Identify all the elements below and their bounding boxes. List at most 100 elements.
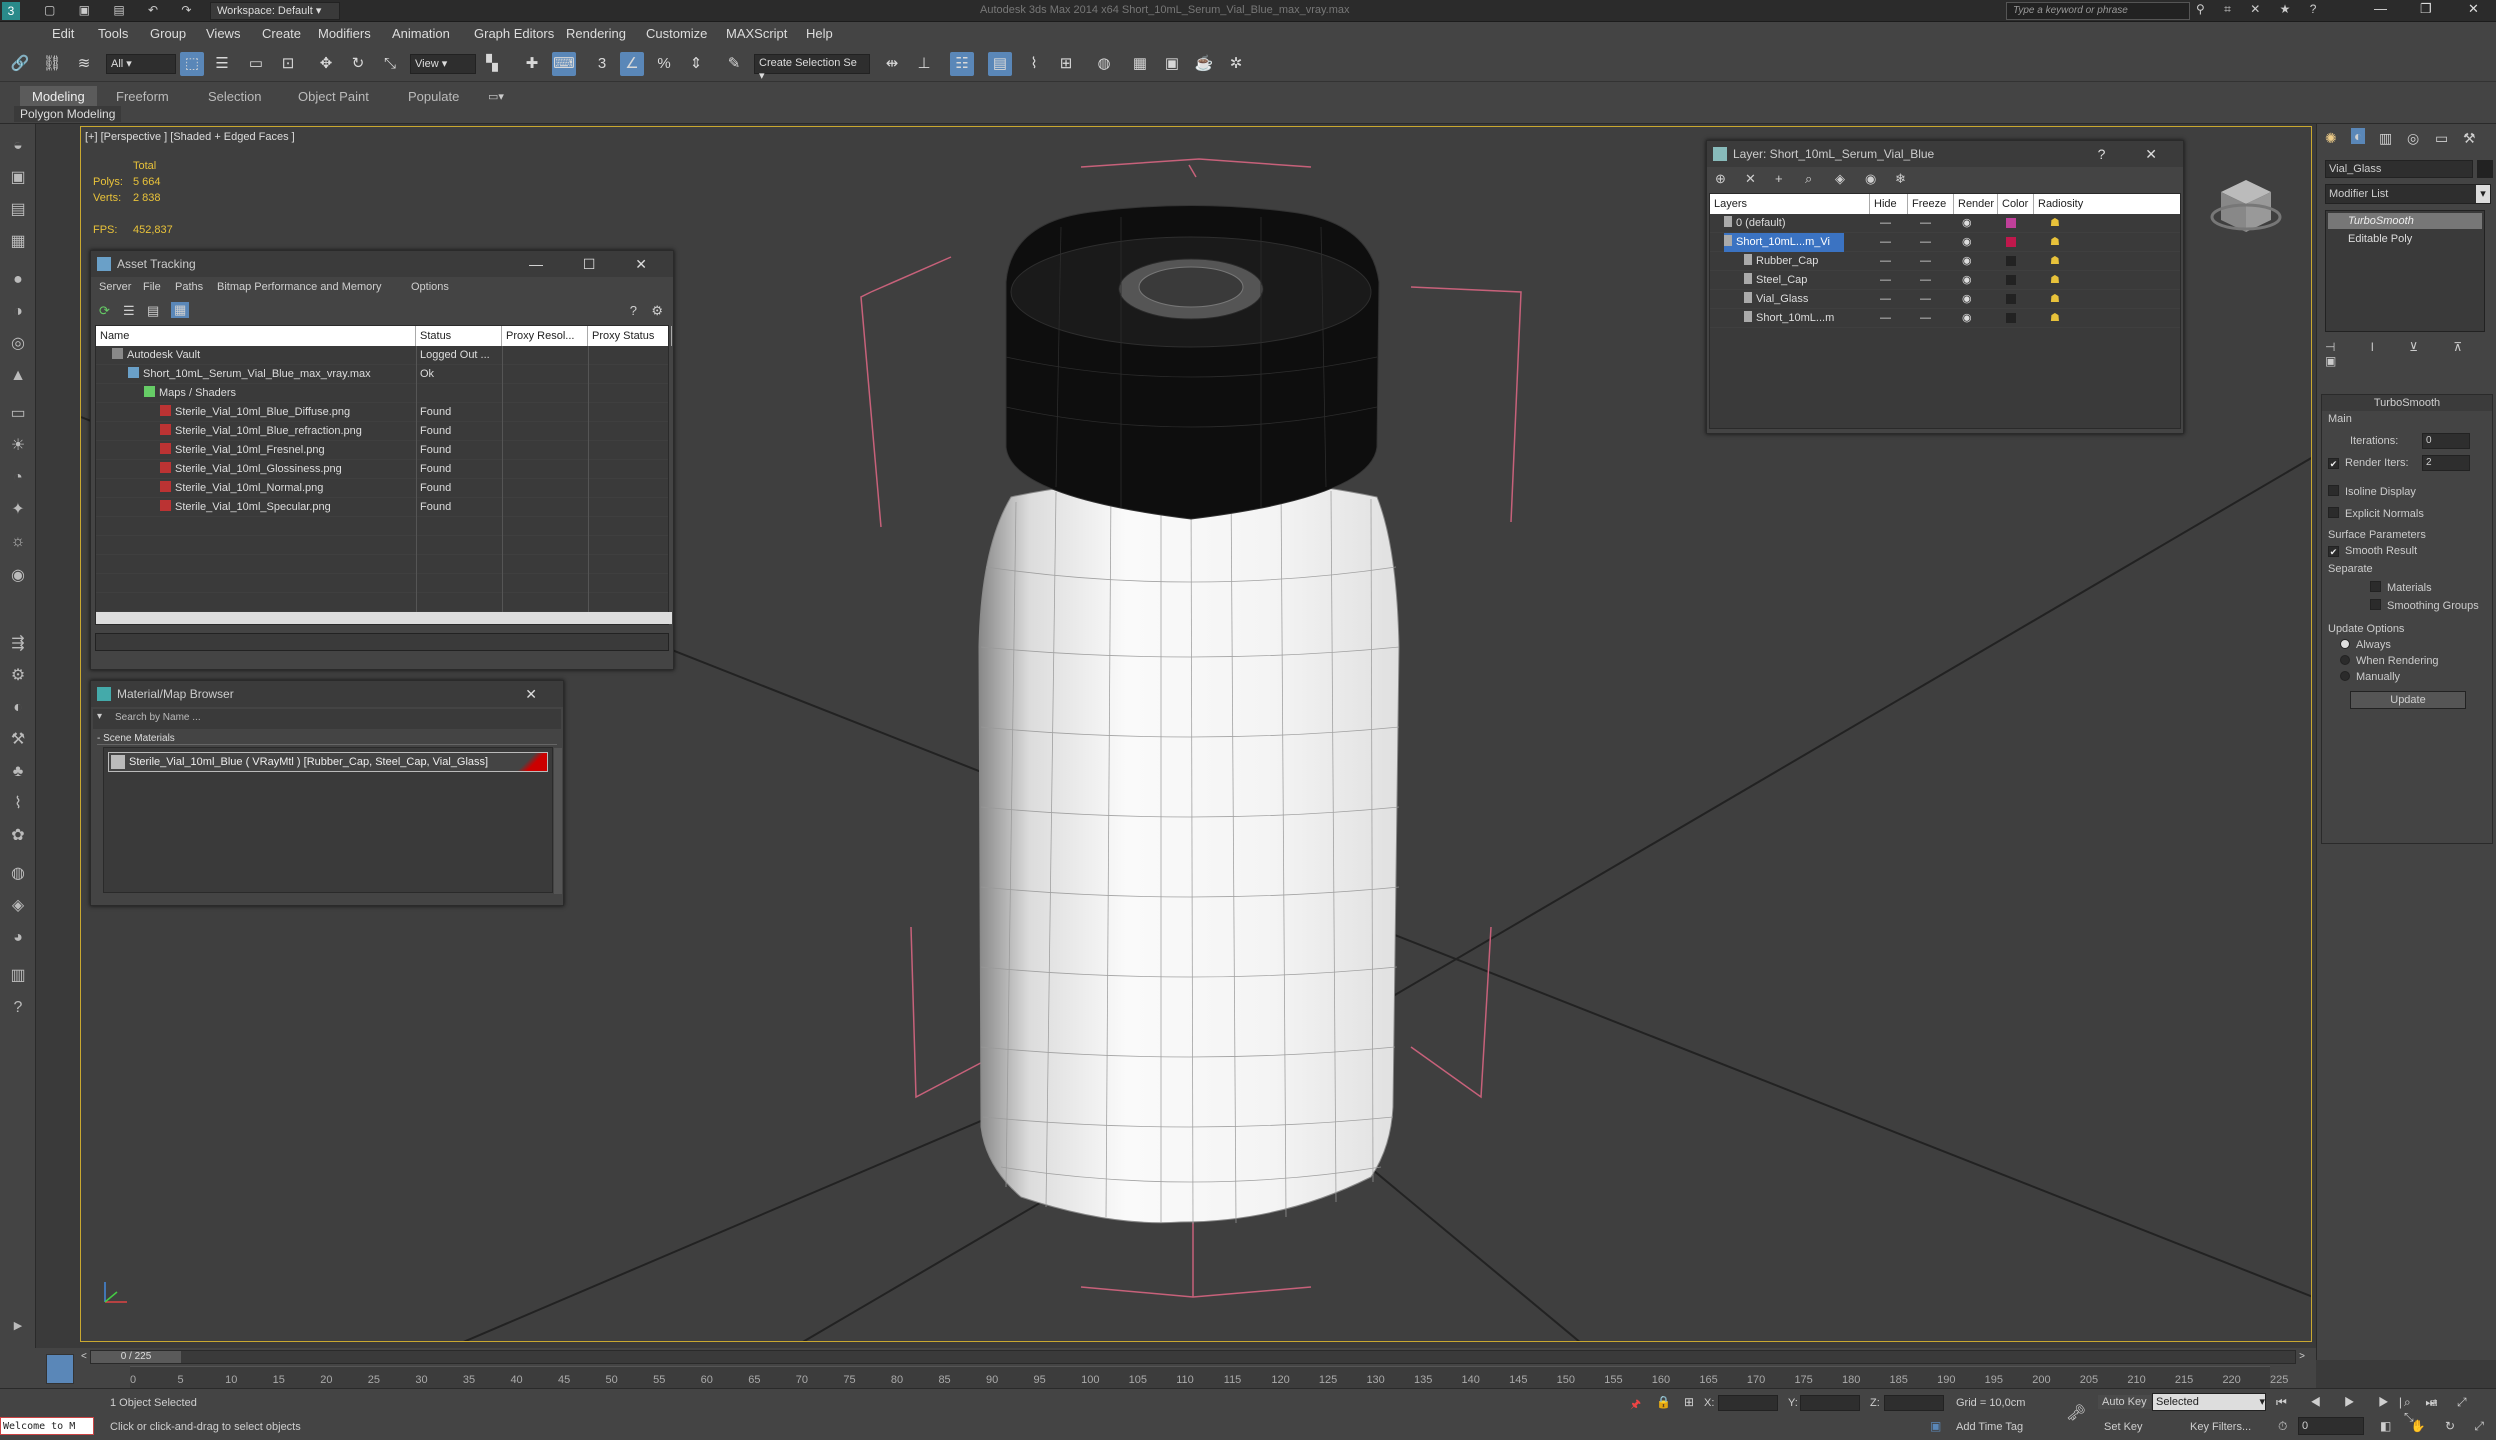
search-input[interactable]: Type a keyword or phrase <box>2006 2 2190 20</box>
menu-maxscript[interactable]: MAXScript <box>726 26 787 41</box>
key-filters-button[interactable]: Key Filters... <box>2190 1421 2251 1433</box>
render-icon[interactable]: ◉ <box>1962 290 1972 309</box>
add-time-tag-icon[interactable]: ▣ <box>1930 1419 1941 1433</box>
material-item[interactable]: Sterile_Vial_10ml_Blue ( VRayMtl ) [Rubb… <box>108 752 548 772</box>
ribbon-options-icon[interactable]: ▭▾ <box>488 90 504 103</box>
shape-icon[interactable]: ▭ <box>6 402 30 426</box>
menu-tools[interactable]: Tools <box>98 26 128 41</box>
col-name[interactable]: Name <box>96 326 416 346</box>
freeze-toggle[interactable]: — <box>1920 233 1931 252</box>
angle-snap-icon[interactable]: ∠ <box>620 52 644 76</box>
when-rendering-radio[interactable] <box>2340 655 2350 665</box>
table-row[interactable]: Short_10mL_Serum_Vial_Blue_max_vray.max O… <box>96 365 668 384</box>
menu-file[interactable]: File <box>143 281 161 293</box>
sphere-icon[interactable]: ● <box>6 268 30 292</box>
qat-icons[interactable]: ▢ ▣ ▤ ↶ ↷ ▥ <box>44 3 236 17</box>
new-layer-icon[interactable]: ⊕ <box>1715 171 1726 187</box>
ribbon-toggle-icon[interactable]: ▤ <box>988 52 1012 76</box>
utilities-tab-icon[interactable]: ⚒ <box>2463 130 2476 147</box>
asset-tracking-titlebar[interactable]: Asset Tracking — ☐ ✕ <box>91 251 673 277</box>
menu-bitmap-performance[interactable]: Bitmap Performance and Memory <box>217 281 381 293</box>
settings-icon[interactable]: ⚙ <box>651 303 663 319</box>
menu-paths[interactable]: Paths <box>175 281 203 293</box>
x-coord-field[interactable] <box>1718 1395 1778 1411</box>
ribbon-sub-polygon-modeling[interactable]: Polygon Modeling <box>14 106 122 122</box>
col-radiosity[interactable]: Radiosity <box>2034 194 2186 214</box>
radiosity-icon[interactable]: ☗ <box>2050 214 2060 233</box>
asset-path-field[interactable] <box>95 633 669 651</box>
radiosity-icon[interactable]: ☗ <box>2050 309 2060 328</box>
layer-color-swatch[interactable] <box>2006 218 2016 228</box>
motion-tab-icon[interactable]: ◎ <box>2407 130 2419 147</box>
col-hide[interactable]: Hide <box>1870 194 1908 214</box>
smooth-result-row[interactable]: ✔ Smooth Result <box>2328 545 2417 557</box>
box-icon[interactable]: ▣ <box>6 166 30 190</box>
layer-row[interactable]: Short_10mL...m — — ◉ ☗ <box>1710 309 2180 328</box>
delete-layer-icon[interactable]: ✕ <box>1745 171 1756 187</box>
light-icon[interactable]: ☀ <box>6 434 30 458</box>
spinner-snap-icon[interactable]: ⇕ <box>684 52 708 76</box>
col-status[interactable]: Status <box>416 326 502 346</box>
key-mode-dropdown[interactable]: Selected ▾ <box>2152 1393 2266 1411</box>
table-row[interactable]: Sterile_Vial_10ml_Blue_Diffuse.png Found <box>96 403 668 422</box>
freeze-toggle[interactable]: — <box>1920 290 1931 309</box>
menu-group[interactable]: Group <box>150 26 186 41</box>
scene-icon[interactable]: ◕ <box>6 926 30 950</box>
hierarchy-icon[interactable]: ⇶ <box>6 632 30 656</box>
isolate-icon[interactable]: 🖈 <box>1630 1395 1641 1416</box>
named-selection-dropdown[interactable]: Create Selection Se ▾ <box>754 54 870 82</box>
freeze-toggle[interactable]: — <box>1920 214 1931 233</box>
table-row[interactable]: Sterile_Vial_10ml_Glossiness.png Found <box>96 460 668 479</box>
when-rendering-row[interactable]: When Rendering <box>2340 655 2439 667</box>
table-row[interactable]: Sterile_Vial_10ml_Specular.png Found <box>96 498 668 517</box>
menu-customize[interactable]: Customize <box>646 26 707 41</box>
hide-all-icon[interactable]: ◉ <box>1865 171 1876 187</box>
render-iters-checkbox[interactable]: ✔ <box>2328 458 2339 469</box>
radiosity-icon[interactable]: ☗ <box>2050 271 2060 290</box>
isoline-row[interactable]: Isoline Display <box>2328 485 2416 498</box>
tab-selection[interactable]: Selection <box>196 86 273 107</box>
layer-row[interactable]: Rubber_Cap — — ◉ ☗ <box>1710 252 2180 271</box>
rollout-title[interactable]: TurboSmooth <box>2322 395 2492 411</box>
render-icon[interactable]: ◉ <box>1962 214 1972 233</box>
render-icon[interactable]: ◉ <box>1962 309 1972 328</box>
cylinder-icon[interactable]: ▤ <box>6 198 30 222</box>
radiosity-icon[interactable]: ☗ <box>2050 233 2060 252</box>
render-setup-icon[interactable]: ▦ <box>1128 52 1152 76</box>
object-color-swatch[interactable] <box>2477 160 2493 178</box>
add-time-tag[interactable]: Add Time Tag <box>1956 1421 2023 1433</box>
select-by-name-icon[interactable]: ☰ <box>210 52 234 76</box>
object-name-field[interactable]: Vial_Glass <box>2325 160 2473 178</box>
link-icon[interactable]: 🔗 <box>8 52 32 76</box>
radiosity-icon[interactable]: ☗ <box>2050 252 2060 271</box>
refresh-icon[interactable]: ⟳ <box>99 303 110 319</box>
smooth-result-checkbox[interactable]: ✔ <box>2328 546 2339 557</box>
lock-icon[interactable]: 🔒 <box>1656 1395 1671 1409</box>
materials-row[interactable]: Materials <box>2370 581 2432 594</box>
freeze-all-icon[interactable]: ❄ <box>1895 171 1906 187</box>
table-row[interactable]: Maps / Shaders <box>96 384 668 403</box>
tab-freeform[interactable]: Freeform <box>104 86 181 107</box>
select-manipulate-icon[interactable]: ✚ <box>520 52 544 76</box>
material-browser-titlebar[interactable]: Material/Map Browser ✕ <box>91 681 563 707</box>
select-object-icon[interactable]: ⬚ <box>180 52 204 76</box>
modify-tab-icon[interactable]: ◐ <box>2351 128 2366 144</box>
col-color[interactable]: Color <box>1998 194 2034 214</box>
highlight-layer-icon[interactable]: ◈ <box>1835 171 1845 187</box>
align-icon[interactable]: ⊥ <box>912 52 936 76</box>
list-view-icon[interactable]: ☰ <box>123 303 135 319</box>
key-icon[interactable]: 🗝 <box>2066 1403 2086 1423</box>
render-online-icon[interactable]: ✲ <box>1224 52 1248 76</box>
percent-snap-icon[interactable]: % <box>652 52 676 76</box>
hide-toggle[interactable]: — <box>1880 290 1891 309</box>
rotate-icon[interactable]: ↻ <box>346 52 370 76</box>
stack-item-editable-poly[interactable]: Editable Poly <box>2328 231 2482 247</box>
always-radio[interactable] <box>2340 639 2350 649</box>
hide-toggle[interactable]: — <box>1880 233 1891 252</box>
expand-icon[interactable]: ▶ <box>6 1314 30 1338</box>
menu-help[interactable]: Help <box>806 26 833 41</box>
hierarchy-tab-icon[interactable]: ▥ <box>2379 130 2392 147</box>
time-slider-track[interactable]: 0 / 225 < > <box>81 1350 2305 1364</box>
help-icon[interactable]: ? <box>6 996 30 1020</box>
render-icon[interactable]: ◉ <box>1962 233 1972 252</box>
